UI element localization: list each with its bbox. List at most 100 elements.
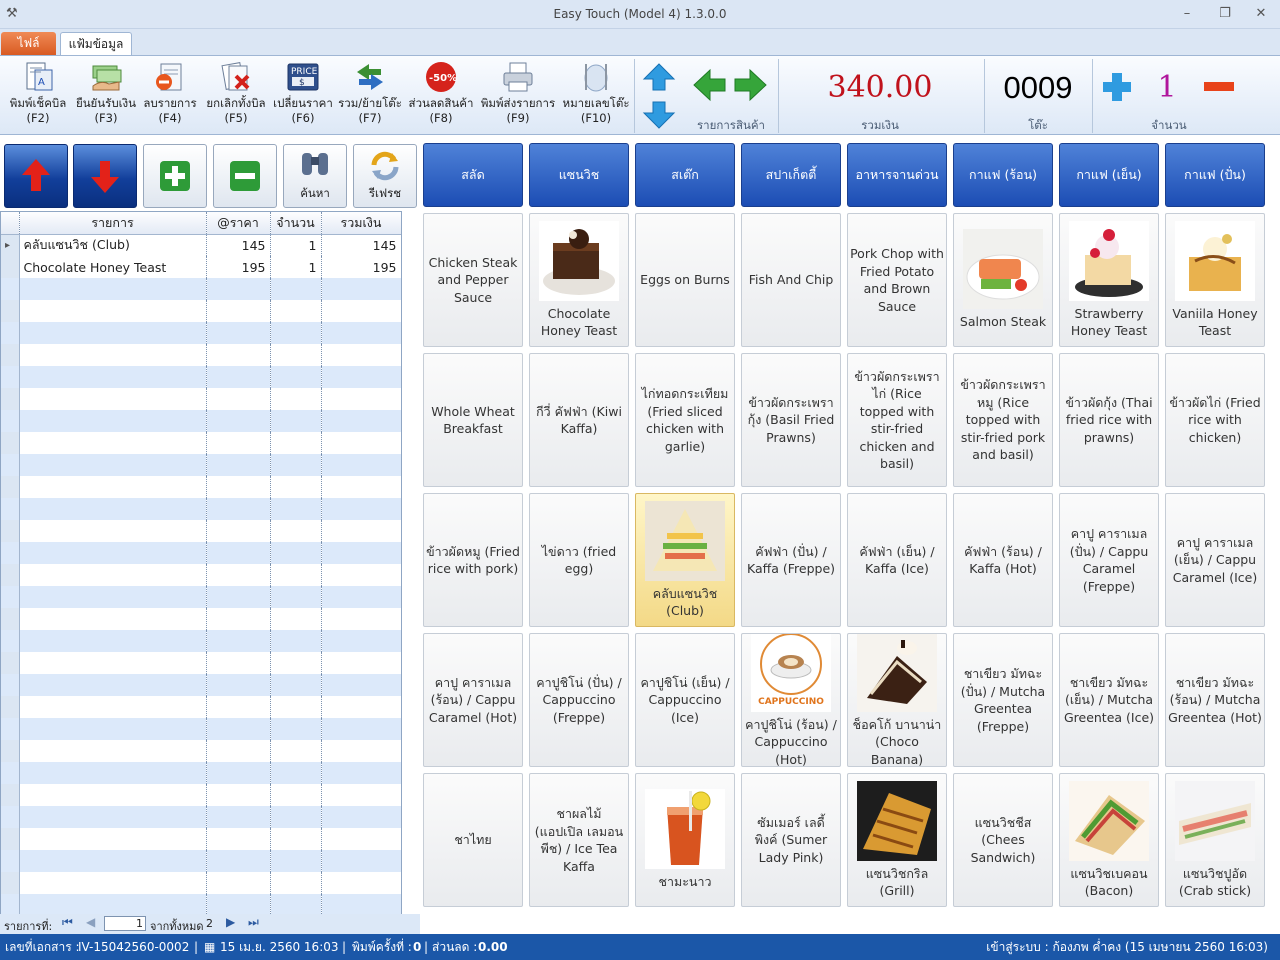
- cell-total[interactable]: [321, 806, 401, 828]
- cell-total[interactable]: [321, 300, 401, 322]
- product-button[interactable]: คัฟฟ่า (ร้อน) / Kaffa (Hot): [953, 493, 1053, 627]
- product-button[interactable]: Pork Chop with Fried Potato and Brown Sa…: [847, 213, 947, 347]
- cell-total[interactable]: [321, 410, 401, 432]
- table-row[interactable]: [1, 542, 401, 564]
- delete-item-button[interactable]: ลบรายการ (F4): [140, 56, 200, 134]
- cell-item[interactable]: [19, 278, 207, 300]
- cell-total[interactable]: [321, 366, 401, 388]
- prev-record-icon[interactable]: ◀: [86, 915, 95, 929]
- table-row[interactable]: [1, 520, 401, 542]
- row-selector[interactable]: [1, 388, 20, 410]
- product-button[interactable]: ช็อคโก้ บานาน่า (Choco Banana): [847, 633, 947, 767]
- cell-qty[interactable]: [270, 718, 322, 740]
- table-row[interactable]: [1, 366, 401, 388]
- table-row[interactable]: [1, 432, 401, 454]
- cell-total[interactable]: [321, 696, 401, 718]
- print-bill-button[interactable]: A พิมพ์เช็คบิล (F2): [6, 56, 70, 134]
- cell-qty[interactable]: [270, 278, 322, 300]
- table-row[interactable]: [1, 762, 401, 784]
- product-button[interactable]: คาปู คาราเมล (ร้อน) / Cappu Caramel (Hot…: [423, 633, 523, 767]
- table-row[interactable]: [1, 674, 401, 696]
- table-row[interactable]: [1, 696, 401, 718]
- cell-total[interactable]: [321, 630, 401, 652]
- refresh-button[interactable]: รีเฟรช: [353, 144, 417, 208]
- row-selector[interactable]: [1, 586, 20, 608]
- product-button[interactable]: ชาเขียว มัทฉะ (ร้อน) / Mutcha Greentea (…: [1165, 633, 1265, 767]
- row-selector[interactable]: [1, 498, 20, 520]
- row-selector[interactable]: [1, 366, 20, 388]
- product-button[interactable]: คาปูชิโน่ (ปั่น) / Cappuccino (Freppe): [529, 633, 629, 767]
- product-button[interactable]: คาปู คาราเมล (ปั่น) / Cappu Caramel (Fre…: [1059, 493, 1159, 627]
- cell-price[interactable]: 145: [206, 234, 271, 256]
- cell-item[interactable]: [19, 432, 207, 454]
- row-selector[interactable]: [1, 894, 20, 914]
- cell-price[interactable]: [206, 784, 271, 806]
- table-row[interactable]: [1, 894, 401, 914]
- table-row[interactable]: [1, 652, 401, 674]
- cell-total[interactable]: [321, 476, 401, 498]
- table-row[interactable]: [1, 784, 401, 806]
- product-button[interactable]: ข้าวผัดกระเพราหมู (Rice topped with stir…: [953, 353, 1053, 487]
- cell-item[interactable]: [19, 762, 207, 784]
- next-record-icon[interactable]: ▶: [226, 915, 235, 929]
- cell-total[interactable]: [321, 828, 401, 850]
- row-selector[interactable]: [1, 322, 20, 344]
- cell-price[interactable]: [206, 498, 271, 520]
- product-button[interactable]: ชามะนาว: [635, 773, 735, 907]
- row-selector[interactable]: [1, 344, 20, 366]
- product-button[interactable]: คาปูชิโน่ (เย็น) / Cappuccino (Ice): [635, 633, 735, 767]
- cell-item[interactable]: [19, 718, 207, 740]
- cell-total[interactable]: [321, 564, 401, 586]
- row-selector[interactable]: [1, 850, 20, 872]
- cell-price[interactable]: [206, 652, 271, 674]
- cell-item[interactable]: [19, 366, 207, 388]
- cell-price[interactable]: [206, 586, 271, 608]
- cell-qty[interactable]: [270, 432, 322, 454]
- arrow-down-icon[interactable]: [642, 100, 676, 130]
- product-button[interactable]: ข้าวผัดหมู (Fried rice with pork): [423, 493, 523, 627]
- cell-item[interactable]: [19, 740, 207, 762]
- cell-qty[interactable]: [270, 828, 322, 850]
- cell-qty[interactable]: [270, 498, 322, 520]
- table-row[interactable]: [1, 586, 401, 608]
- table-row[interactable]: [1, 740, 401, 762]
- cell-qty[interactable]: [270, 300, 322, 322]
- tab-file[interactable]: ไฟล์: [1, 32, 56, 55]
- row-selector[interactable]: [1, 630, 20, 652]
- cell-qty[interactable]: [270, 564, 322, 586]
- cell-price[interactable]: [206, 674, 271, 696]
- row-selector[interactable]: [1, 806, 20, 828]
- arrow-up-icon[interactable]: [642, 62, 676, 92]
- cell-price[interactable]: [206, 806, 271, 828]
- row-selector[interactable]: [1, 652, 20, 674]
- product-button[interactable]: ชาไทย: [423, 773, 523, 907]
- row-selector[interactable]: [1, 300, 20, 322]
- cell-item[interactable]: [19, 652, 207, 674]
- cell-price[interactable]: [206, 762, 271, 784]
- cell-item[interactable]: [19, 586, 207, 608]
- cell-price[interactable]: [206, 542, 271, 564]
- row-selector[interactable]: [1, 564, 20, 586]
- category-button[interactable]: แซนวิช: [529, 143, 629, 207]
- cell-price[interactable]: [206, 740, 271, 762]
- cell-item[interactable]: [19, 322, 207, 344]
- product-button[interactable]: ข้าวผัดกุ้ง (Thai fried rice with prawns…: [1059, 353, 1159, 487]
- cell-item[interactable]: [19, 388, 207, 410]
- minimize-icon[interactable]: –: [1175, 4, 1199, 24]
- cell-item[interactable]: [19, 300, 207, 322]
- product-button[interactable]: แซนวิชชีส (Chees Sandwich): [953, 773, 1053, 907]
- arrow-right-icon[interactable]: [732, 68, 768, 102]
- table-row[interactable]: [1, 608, 401, 630]
- product-button[interactable]: ข้าวผัดไก่ (Fried rice with chicken): [1165, 353, 1265, 487]
- cell-qty[interactable]: 1: [270, 256, 322, 278]
- cell-total[interactable]: [321, 872, 401, 894]
- cell-qty[interactable]: [270, 806, 322, 828]
- table-row[interactable]: [1, 872, 401, 894]
- category-button[interactable]: อาหารจานด่วน: [847, 143, 947, 207]
- product-button[interactable]: CAPPUCCINO คาปูชิโน่ (ร้อน) / Cappuccino …: [741, 633, 841, 767]
- product-button[interactable]: ซัมเมอร์ เลดี้ พิงค์ (Sumer Lady Pink): [741, 773, 841, 907]
- cell-qty[interactable]: [270, 740, 322, 762]
- cell-item[interactable]: [19, 806, 207, 828]
- cell-qty[interactable]: [270, 520, 322, 542]
- table-row[interactable]: [1, 850, 401, 872]
